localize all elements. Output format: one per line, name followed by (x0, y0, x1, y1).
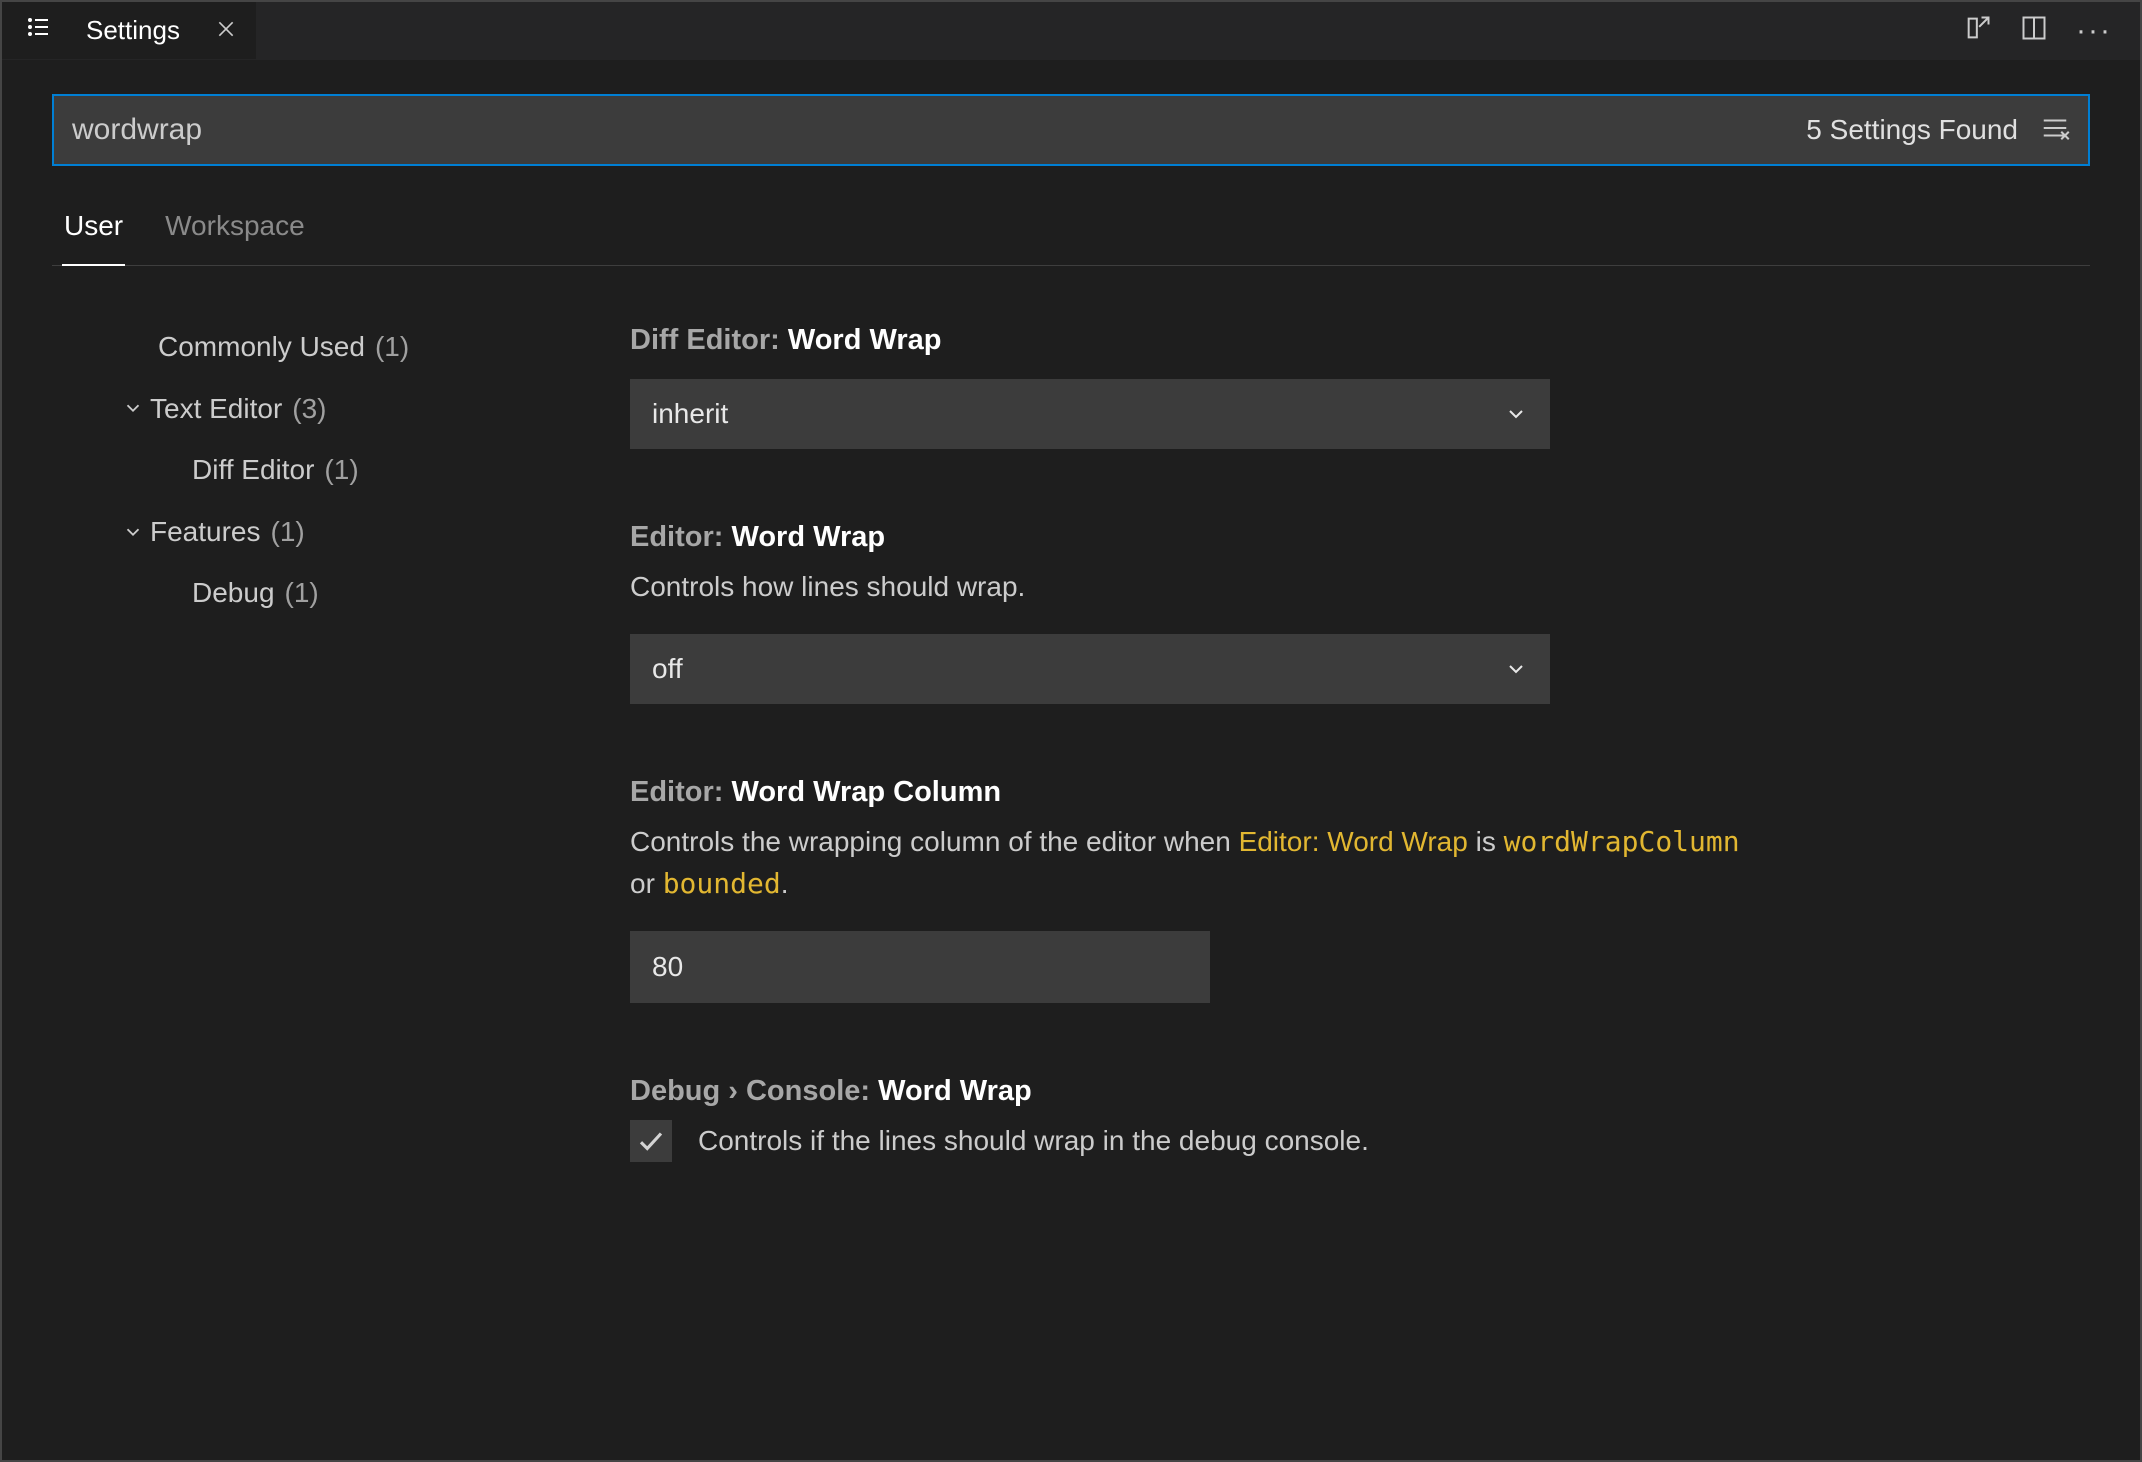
setting-scope: Debug › Console: (630, 1075, 878, 1107)
checkbox-debug-console-wordwrap[interactable] (630, 1120, 672, 1162)
chevron-down-icon (122, 521, 144, 543)
close-tab-icon[interactable] (216, 15, 236, 46)
tree-item-diff-editor[interactable]: Diff Editor (1) (100, 439, 592, 501)
setting-scope: Diff Editor: (630, 324, 788, 356)
check-icon (636, 1126, 666, 1156)
scope-tab-user[interactable]: User (62, 210, 125, 266)
settings-list-icon (26, 15, 50, 46)
setting-debug-console-word-wrap: Debug › Console: Word Wrap Controls if t… (630, 1075, 2060, 1162)
more-actions-icon[interactable]: ··· (2076, 14, 2112, 48)
setting-description: Controls the wrapping column of the edit… (630, 821, 1770, 905)
setting-description: Controls how lines should wrap. (630, 566, 1770, 608)
setting-link[interactable]: Editor: Word Wrap (1239, 826, 1468, 857)
open-settings-json-icon[interactable] (1964, 14, 1992, 47)
scope-tabs: User Workspace (52, 210, 2090, 266)
setting-name: Word Wrap (732, 521, 886, 553)
settings-tree: Commonly Used (1) Text Editor (3) Diff E… (52, 288, 592, 1460)
input-word-wrap-column[interactable] (630, 931, 1210, 1003)
setting-name: Word Wrap Column (732, 776, 1002, 808)
select-editor-wordwrap[interactable]: off (630, 634, 1550, 704)
tab-title: Settings (86, 15, 180, 46)
select-diff-wordwrap[interactable]: inherit (630, 379, 1550, 449)
settings-list[interactable]: Diff Editor: Word Wrap inherit Editor: W… (592, 288, 2090, 1460)
setting-editor-word-wrap: Editor: Word Wrap Controls how lines sho… (630, 521, 2060, 704)
scope-tab-workspace[interactable]: Workspace (163, 210, 307, 265)
tree-item-features[interactable]: Features (1) (100, 501, 592, 563)
split-editor-icon[interactable] (2020, 14, 2048, 47)
tab-bar: Settings ··· (2, 2, 2140, 60)
tree-item-debug[interactable]: Debug (1) (100, 562, 592, 624)
setting-scope: Editor: (630, 776, 732, 808)
search-input[interactable] (72, 113, 1806, 147)
setting-scope: Editor: (630, 521, 732, 553)
search-results-count: 5 Settings Found (1806, 114, 2018, 146)
chevron-down-icon (1504, 657, 1528, 681)
setting-name: Word Wrap (878, 1075, 1032, 1107)
settings-search: 5 Settings Found (52, 94, 2090, 166)
clear-search-icon[interactable] (2040, 113, 2070, 148)
chevron-down-icon (122, 397, 144, 419)
chevron-down-icon (1504, 402, 1528, 426)
setting-name: Word Wrap (788, 324, 942, 356)
tree-item-text-editor[interactable]: Text Editor (3) (100, 378, 592, 440)
setting-diff-editor-word-wrap: Diff Editor: Word Wrap inherit (630, 324, 2060, 449)
tab-settings[interactable]: Settings (2, 2, 256, 59)
setting-description: Controls if the lines should wrap in the… (698, 1125, 1369, 1157)
tree-item-commonly-used[interactable]: Commonly Used (1) (100, 316, 592, 378)
setting-editor-word-wrap-column: Editor: Word Wrap Column Controls the wr… (630, 776, 2060, 1003)
